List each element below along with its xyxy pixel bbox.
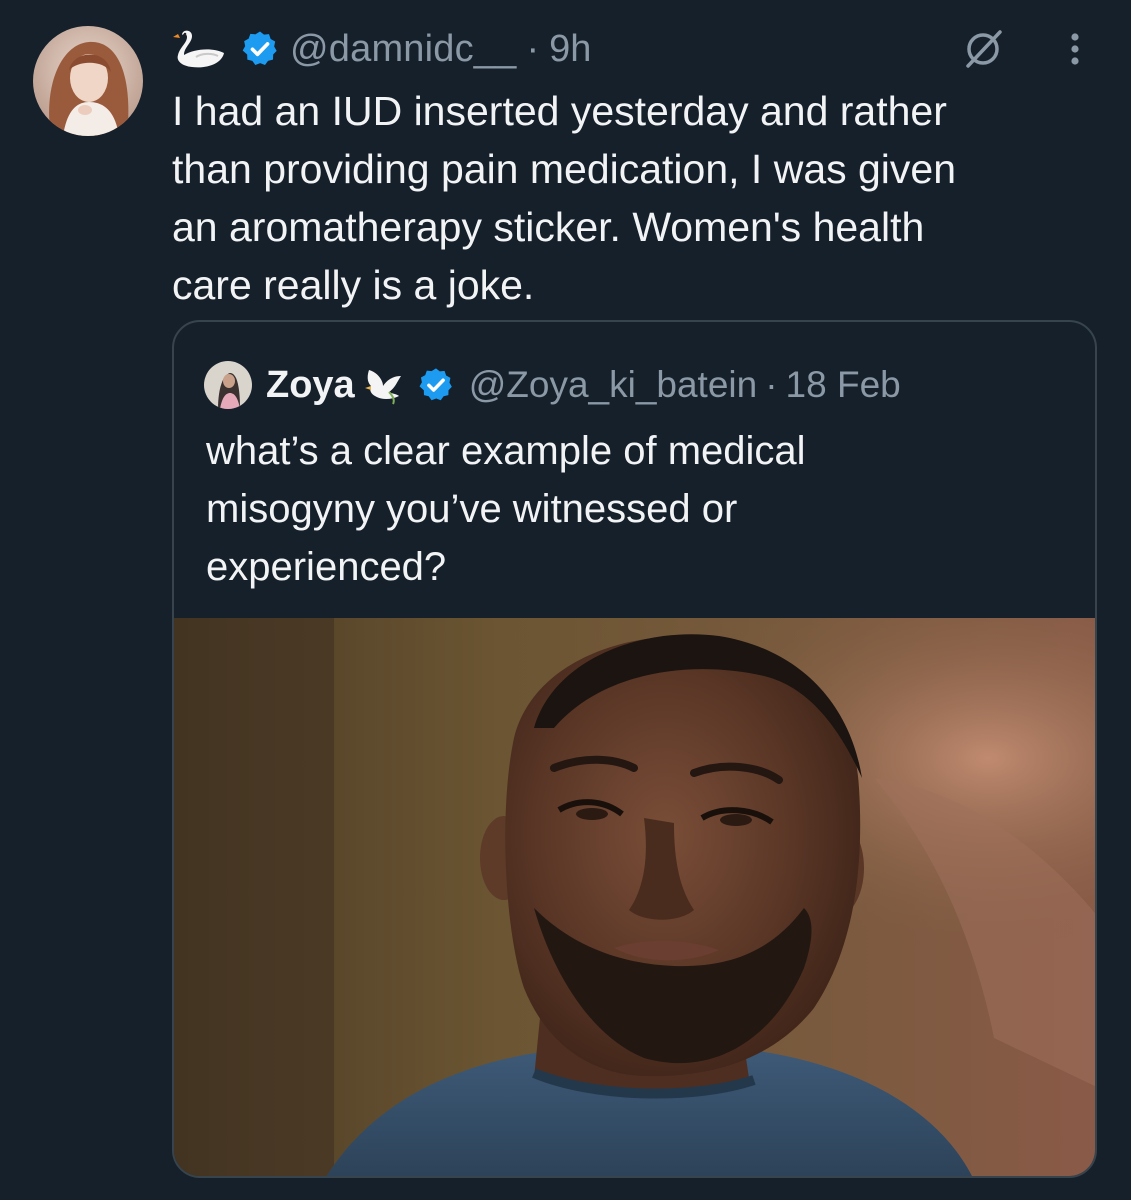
tweet-text-line: than providing pain medication, I was gi… — [172, 146, 957, 192]
quoted-media-image[interactable] — [174, 618, 1095, 1176]
tweet-text-line: care really is a joke. — [172, 262, 535, 308]
tweet-timestamp[interactable]: 9h — [549, 28, 591, 71]
grok-icon[interactable] — [960, 26, 1006, 72]
quoted-text-line: experienced? — [206, 545, 447, 589]
quoted-display-name[interactable]: Zoya — [266, 364, 355, 407]
quoted-handle[interactable]: @Zoya_ki_batein — [469, 364, 758, 406]
quoted-tweet-text: what’s a clear example of medical misogy… — [206, 422, 1066, 596]
tweet-header: @damnidc__ · 9h — [172, 22, 591, 76]
verified-badge-icon — [419, 368, 452, 401]
tweet-text-line: an aromatherapy sticker. Women's health — [172, 204, 925, 250]
quoted-tweet-card[interactable]: Zoya @Zoya_ki_batein · 18 Feb what’s a c… — [172, 320, 1097, 1178]
dove-icon — [364, 370, 401, 405]
quoted-text-line: misogyny you’ve witnessed or — [206, 487, 738, 531]
quoted-author-avatar[interactable] — [204, 361, 252, 409]
verified-badge-icon — [242, 31, 277, 65]
author-handle[interactable]: @damnidc__ — [290, 28, 516, 71]
meta-separator: · — [526, 27, 540, 70]
quoted-timestamp[interactable]: 18 Feb — [786, 364, 901, 406]
author-avatar[interactable] — [33, 26, 143, 136]
quoted-tweet-header: Zoya @Zoya_ki_batein · 18 Feb — [204, 360, 901, 410]
swan-icon — [173, 30, 224, 68]
tweet-text-line: I had an IUD inserted yesterday and rath… — [172, 88, 947, 134]
meta-separator: · — [765, 364, 778, 405]
tweet-text: I had an IUD inserted yesterday and rath… — [172, 82, 1072, 314]
more-options-icon[interactable] — [1060, 24, 1090, 74]
quoted-text-line: what’s a clear example of medical — [206, 429, 806, 473]
